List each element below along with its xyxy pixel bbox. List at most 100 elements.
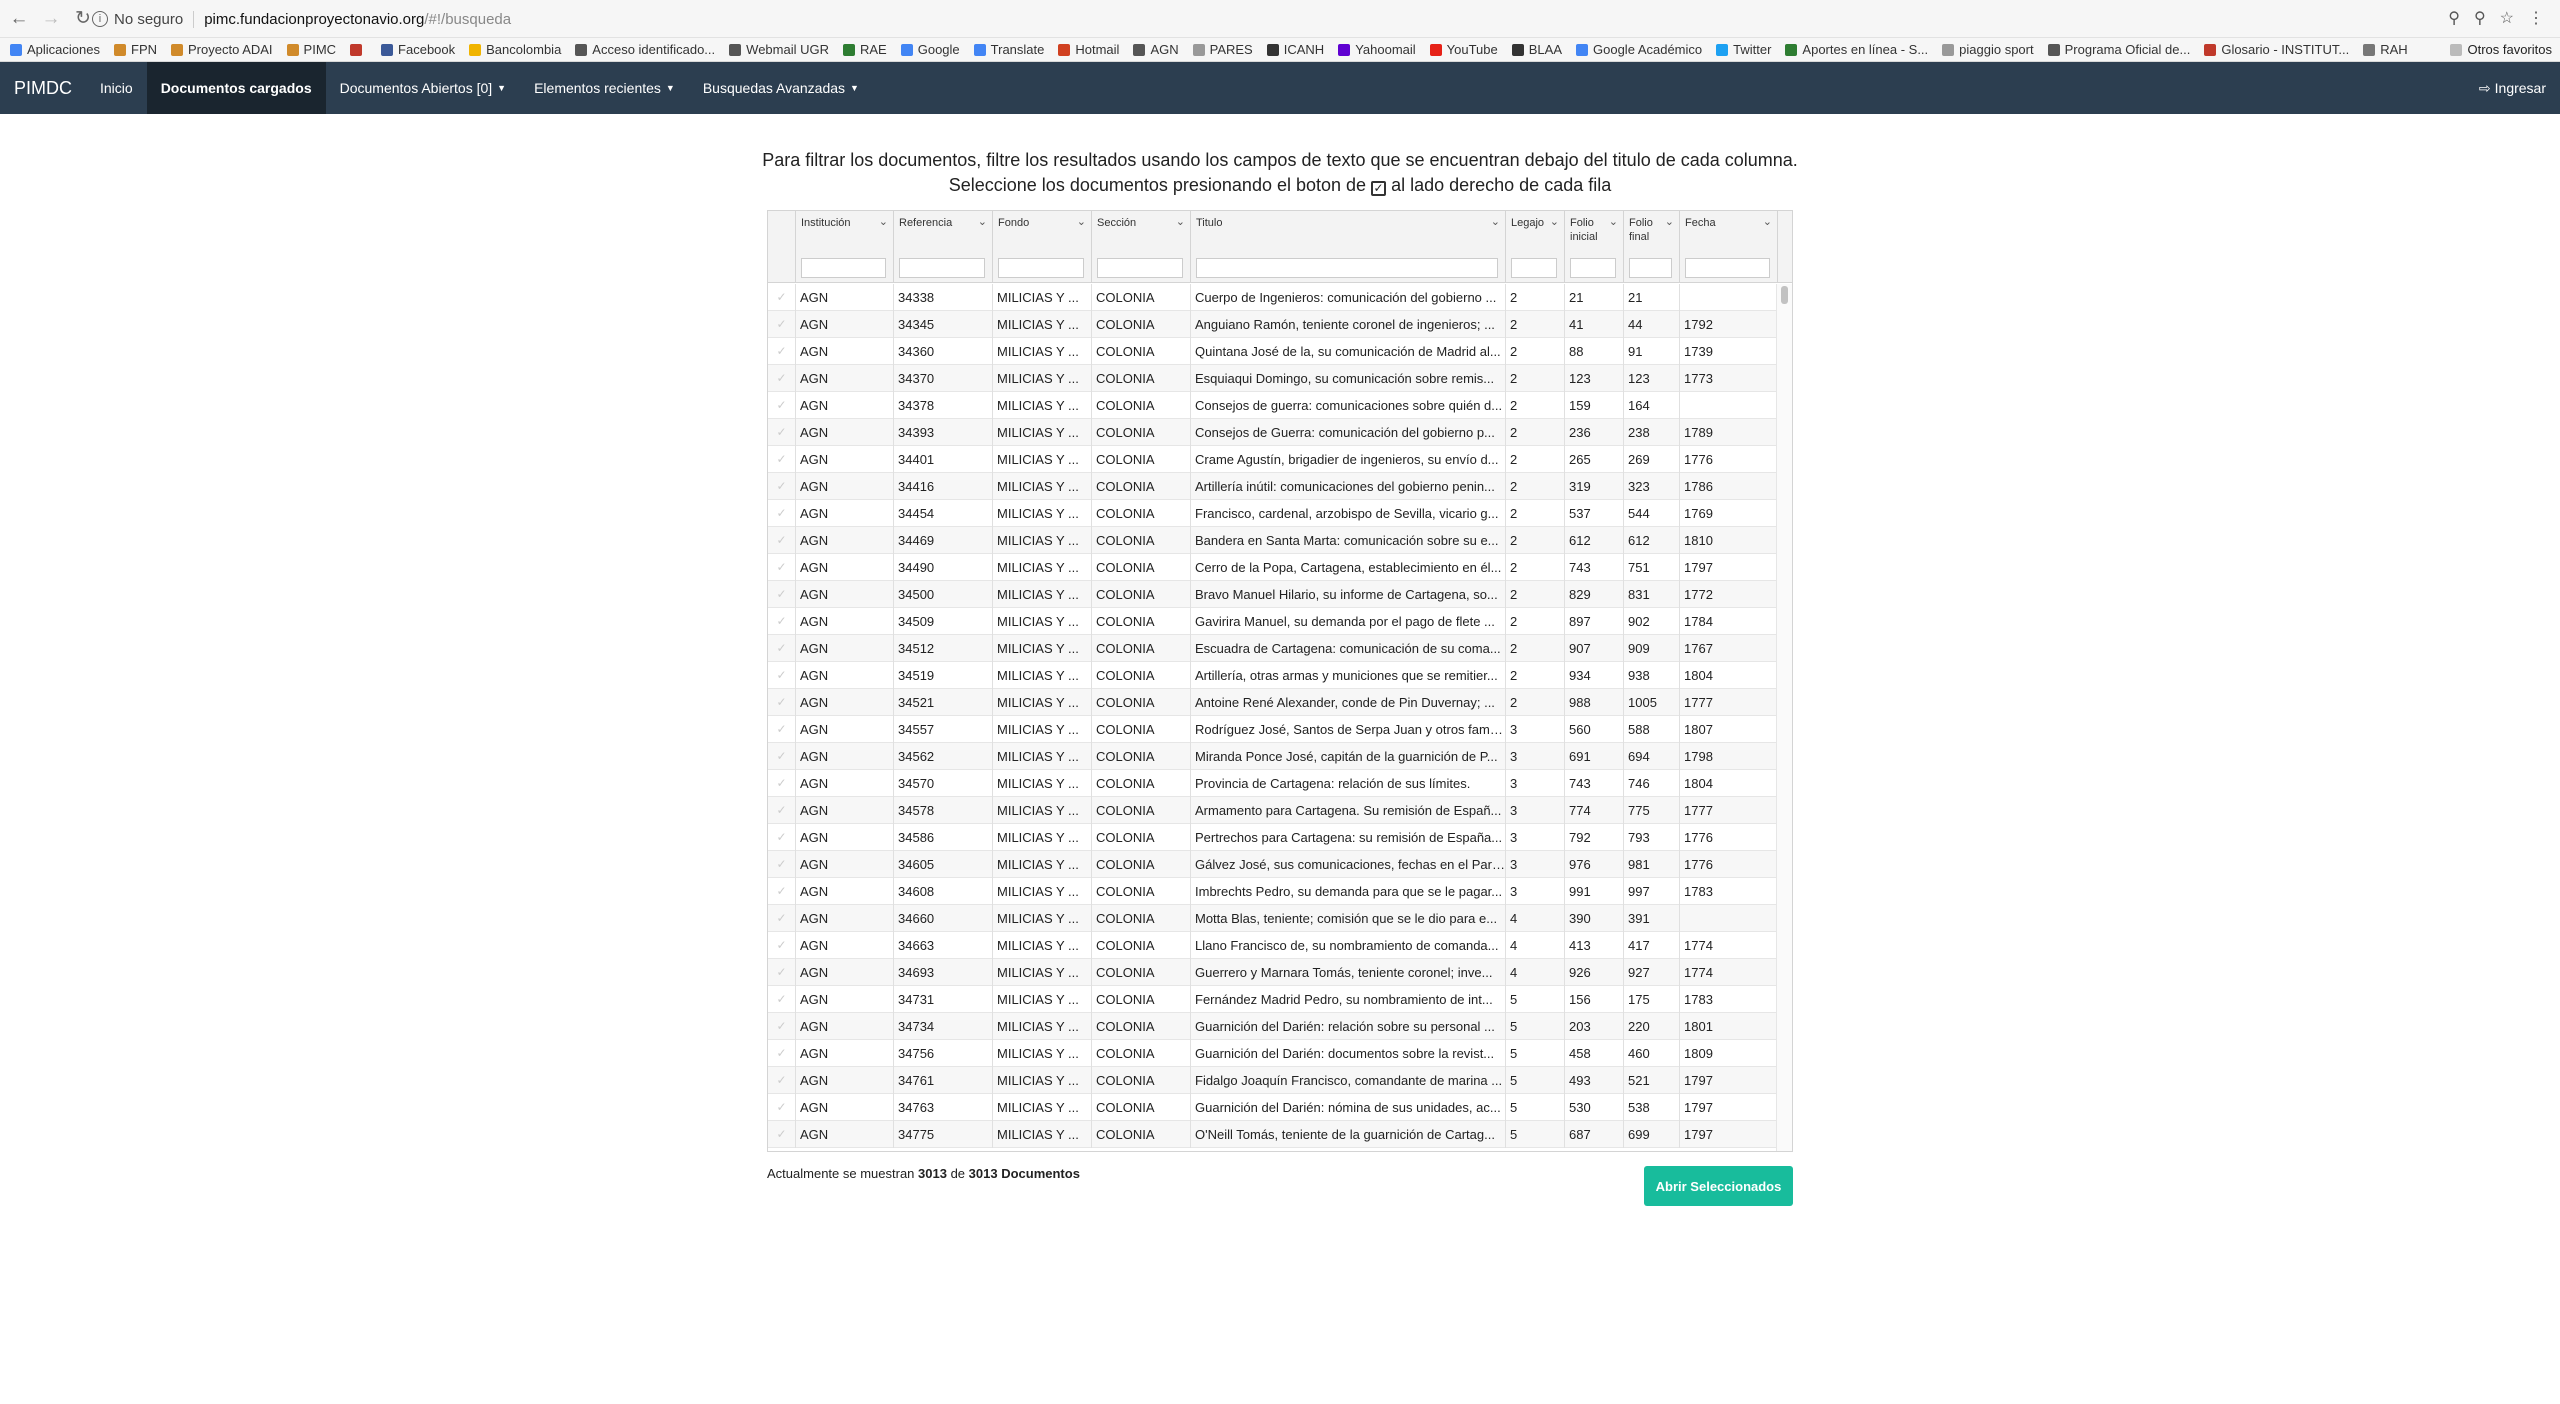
- column-header[interactable]: Fecha ⌄: [1680, 211, 1778, 283]
- zoom-icon[interactable]: ⚲: [2474, 8, 2486, 28]
- column-menu-icon[interactable]: ⌄: [1550, 215, 1559, 228]
- table-row[interactable]: ✓ AGN 34756 MILICIAS Y ... COLONIA Guarnición…: [768, 1040, 1778, 1067]
- table-row[interactable]: ✓ AGN 34345 MILICIAS Y ... COLONIA Anguiano R…: [768, 311, 1778, 338]
- row-select-check-icon[interactable]: ✓: [768, 500, 796, 527]
- table-row[interactable]: ✓ AGN 34509 MILICIAS Y ... COLONIA Gavirira M…: [768, 608, 1778, 635]
- bookmark-item[interactable]: Google: [900, 42, 960, 57]
- row-select-check-icon[interactable]: ✓: [768, 878, 796, 905]
- column-filter-input[interactable]: [1196, 258, 1498, 278]
- row-select-check-icon[interactable]: ✓: [768, 824, 796, 851]
- table-row[interactable]: ✓ AGN 34562 MILICIAS Y ... COLONIA Miranda Po…: [768, 743, 1778, 770]
- table-row[interactable]: ✓ AGN 34775 MILICIAS Y ... COLONIA O'Neill To…: [768, 1121, 1778, 1148]
- bookmark-item[interactable]: RAE: [843, 42, 887, 57]
- table-row[interactable]: ✓ AGN 34469 MILICIAS Y ... COLONIA Bandera en…: [768, 527, 1778, 554]
- column-filter-input[interactable]: [1629, 258, 1672, 278]
- address-bar[interactable]: i No seguro pimc.fundacionproyectonavio.o…: [92, 5, 2512, 33]
- column-filter-input[interactable]: [1685, 258, 1770, 278]
- brand[interactable]: PIMDC: [0, 62, 86, 114]
- table-row[interactable]: ✓ AGN 34512 MILICIAS Y ... COLONIA Escuadra d…: [768, 635, 1778, 662]
- column-header[interactable]: Institución ⌄: [796, 211, 894, 283]
- table-row[interactable]: ✓ AGN 34734 MILICIAS Y ... COLONIA Guarnición…: [768, 1013, 1778, 1040]
- row-select-check-icon[interactable]: ✓: [768, 1121, 796, 1148]
- row-select-check-icon[interactable]: ✓: [768, 473, 796, 500]
- table-row[interactable]: ✓ AGN 34608 MILICIAS Y ... COLONIA Imbrechts …: [768, 878, 1778, 905]
- bookmark-item[interactable]: FPN: [114, 42, 157, 57]
- row-select-check-icon[interactable]: ✓: [768, 365, 796, 392]
- forward-icon[interactable]: →: [38, 6, 64, 32]
- column-menu-icon[interactable]: ⌄: [1609, 215, 1618, 228]
- bookmark-item[interactable]: Aplicaciones: [10, 42, 100, 57]
- table-row[interactable]: ✓ AGN 34586 MILICIAS Y ... COLONIA Pertrechos…: [768, 824, 1778, 851]
- row-select-check-icon[interactable]: ✓: [768, 716, 796, 743]
- row-select-check-icon[interactable]: ✓: [768, 905, 796, 932]
- column-header[interactable]: Legajo ⌄: [1506, 211, 1565, 283]
- bookmark-item[interactable]: Programa Oficial de...: [2047, 42, 2190, 57]
- table-row[interactable]: ✓ AGN 34370 MILICIAS Y ... COLONIA Esquiaqui …: [768, 365, 1778, 392]
- column-menu-icon[interactable]: ⌄: [1665, 215, 1674, 228]
- row-select-check-icon[interactable]: ✓: [768, 797, 796, 824]
- bookmark-item[interactable]: [350, 43, 367, 56]
- bookmark-item[interactable]: Proyecto ADAI: [171, 42, 273, 57]
- back-icon[interactable]: ←: [6, 6, 32, 32]
- table-row[interactable]: ✓ AGN 34731 MILICIAS Y ... COLONIA Fernández …: [768, 986, 1778, 1013]
- bookmark-item[interactable]: Yahoomail: [1338, 42, 1416, 57]
- table-row[interactable]: ✓ AGN 34693 MILICIAS Y ... COLONIA Guerrero y…: [768, 959, 1778, 986]
- vertical-scrollbar[interactable]: [1776, 284, 1792, 1151]
- row-select-check-icon[interactable]: ✓: [768, 959, 796, 986]
- bookmark-item[interactable]: AGN: [1133, 42, 1179, 57]
- nav-item[interactable]: Busquedas Avanzadas ▼: [689, 62, 873, 114]
- column-menu-icon[interactable]: ⌄: [1763, 215, 1772, 228]
- table-row[interactable]: ✓ AGN 34519 MILICIAS Y ... COLONIA Artillería…: [768, 662, 1778, 689]
- row-select-check-icon[interactable]: ✓: [768, 770, 796, 797]
- nav-item[interactable]: Inicio: [86, 62, 147, 114]
- column-menu-icon[interactable]: ⌄: [879, 215, 888, 228]
- row-select-check-icon[interactable]: ✓: [768, 932, 796, 959]
- table-row[interactable]: ✓ AGN 34401 MILICIAS Y ... COLONIA Crame Agus…: [768, 446, 1778, 473]
- column-header[interactable]: Sección ⌄: [1092, 211, 1191, 283]
- column-filter-input[interactable]: [998, 258, 1084, 278]
- table-row[interactable]: ✓ AGN 34454 MILICIAS Y ... COLONIA Francisco,…: [768, 500, 1778, 527]
- table-row[interactable]: ✓ AGN 34763 MILICIAS Y ... COLONIA Guarnición…: [768, 1094, 1778, 1121]
- bookmark-item[interactable]: Bancolombia: [469, 42, 561, 57]
- bookmark-item[interactable]: Twitter: [1716, 42, 1771, 57]
- bookmark-item[interactable]: PIMC: [286, 42, 336, 57]
- table-row[interactable]: ✓ AGN 34338 MILICIAS Y ... COLONIA Cuerpo de …: [768, 284, 1778, 311]
- row-select-check-icon[interactable]: ✓: [768, 662, 796, 689]
- table-row[interactable]: ✓ AGN 34578 MILICIAS Y ... COLONIA Armamento …: [768, 797, 1778, 824]
- table-row[interactable]: ✓ AGN 34761 MILICIAS Y ... COLONIA Fidalgo Jo…: [768, 1067, 1778, 1094]
- table-row[interactable]: ✓ AGN 34557 MILICIAS Y ... COLONIA Rodríguez …: [768, 716, 1778, 743]
- open-selected-button[interactable]: Abrir Seleccionados: [1644, 1166, 1793, 1206]
- column-menu-icon[interactable]: ⌄: [1176, 215, 1185, 228]
- row-select-check-icon[interactable]: ✓: [768, 581, 796, 608]
- column-menu-icon[interactable]: ⌄: [978, 215, 987, 228]
- row-select-check-icon[interactable]: ✓: [768, 689, 796, 716]
- bookmark-item[interactable]: RAH: [2363, 42, 2408, 57]
- row-select-check-icon[interactable]: ✓: [768, 311, 796, 338]
- table-row[interactable]: ✓ AGN 34490 MILICIAS Y ... COLONIA Cerro de l…: [768, 554, 1778, 581]
- row-select-check-icon[interactable]: ✓: [768, 284, 796, 311]
- row-select-check-icon[interactable]: ✓: [768, 338, 796, 365]
- row-select-check-icon[interactable]: ✓: [768, 986, 796, 1013]
- column-header[interactable]: Titulo ⌄: [1191, 211, 1506, 283]
- bookmark-item[interactable]: BLAA: [1511, 42, 1562, 57]
- column-filter-input[interactable]: [801, 258, 886, 278]
- table-row[interactable]: ✓ AGN 34500 MILICIAS Y ... COLONIA Bravo Manu…: [768, 581, 1778, 608]
- nav-item[interactable]: Documentos Abiertos [0] ▼: [326, 62, 520, 114]
- row-select-check-icon[interactable]: ✓: [768, 608, 796, 635]
- column-menu-icon[interactable]: ⌄: [1491, 215, 1500, 228]
- table-row[interactable]: ✓ AGN 34605 MILICIAS Y ... COLONIA Gálvez Jos…: [768, 851, 1778, 878]
- row-select-check-icon[interactable]: ✓: [768, 419, 796, 446]
- scrollbar-thumb[interactable]: [1781, 286, 1788, 304]
- row-select-check-icon[interactable]: ✓: [768, 554, 796, 581]
- star-icon[interactable]: ☆: [2500, 8, 2514, 28]
- bookmark-item[interactable]: piaggio sport: [1942, 42, 2034, 57]
- bookmark-item[interactable]: Hotmail: [1058, 42, 1119, 57]
- bookmark-item[interactable]: PARES: [1192, 42, 1253, 57]
- key-icon[interactable]: ⚲: [2448, 8, 2460, 28]
- row-select-check-icon[interactable]: ✓: [768, 1067, 796, 1094]
- row-select-check-icon[interactable]: ✓: [768, 1040, 796, 1067]
- row-select-check-icon[interactable]: ✓: [768, 1013, 796, 1040]
- table-row[interactable]: ✓ AGN 34663 MILICIAS Y ... COLONIA Llano Fran…: [768, 932, 1778, 959]
- column-header[interactable]: Fondo ⌄: [993, 211, 1092, 283]
- security-indicator[interactable]: i No seguro: [92, 10, 195, 28]
